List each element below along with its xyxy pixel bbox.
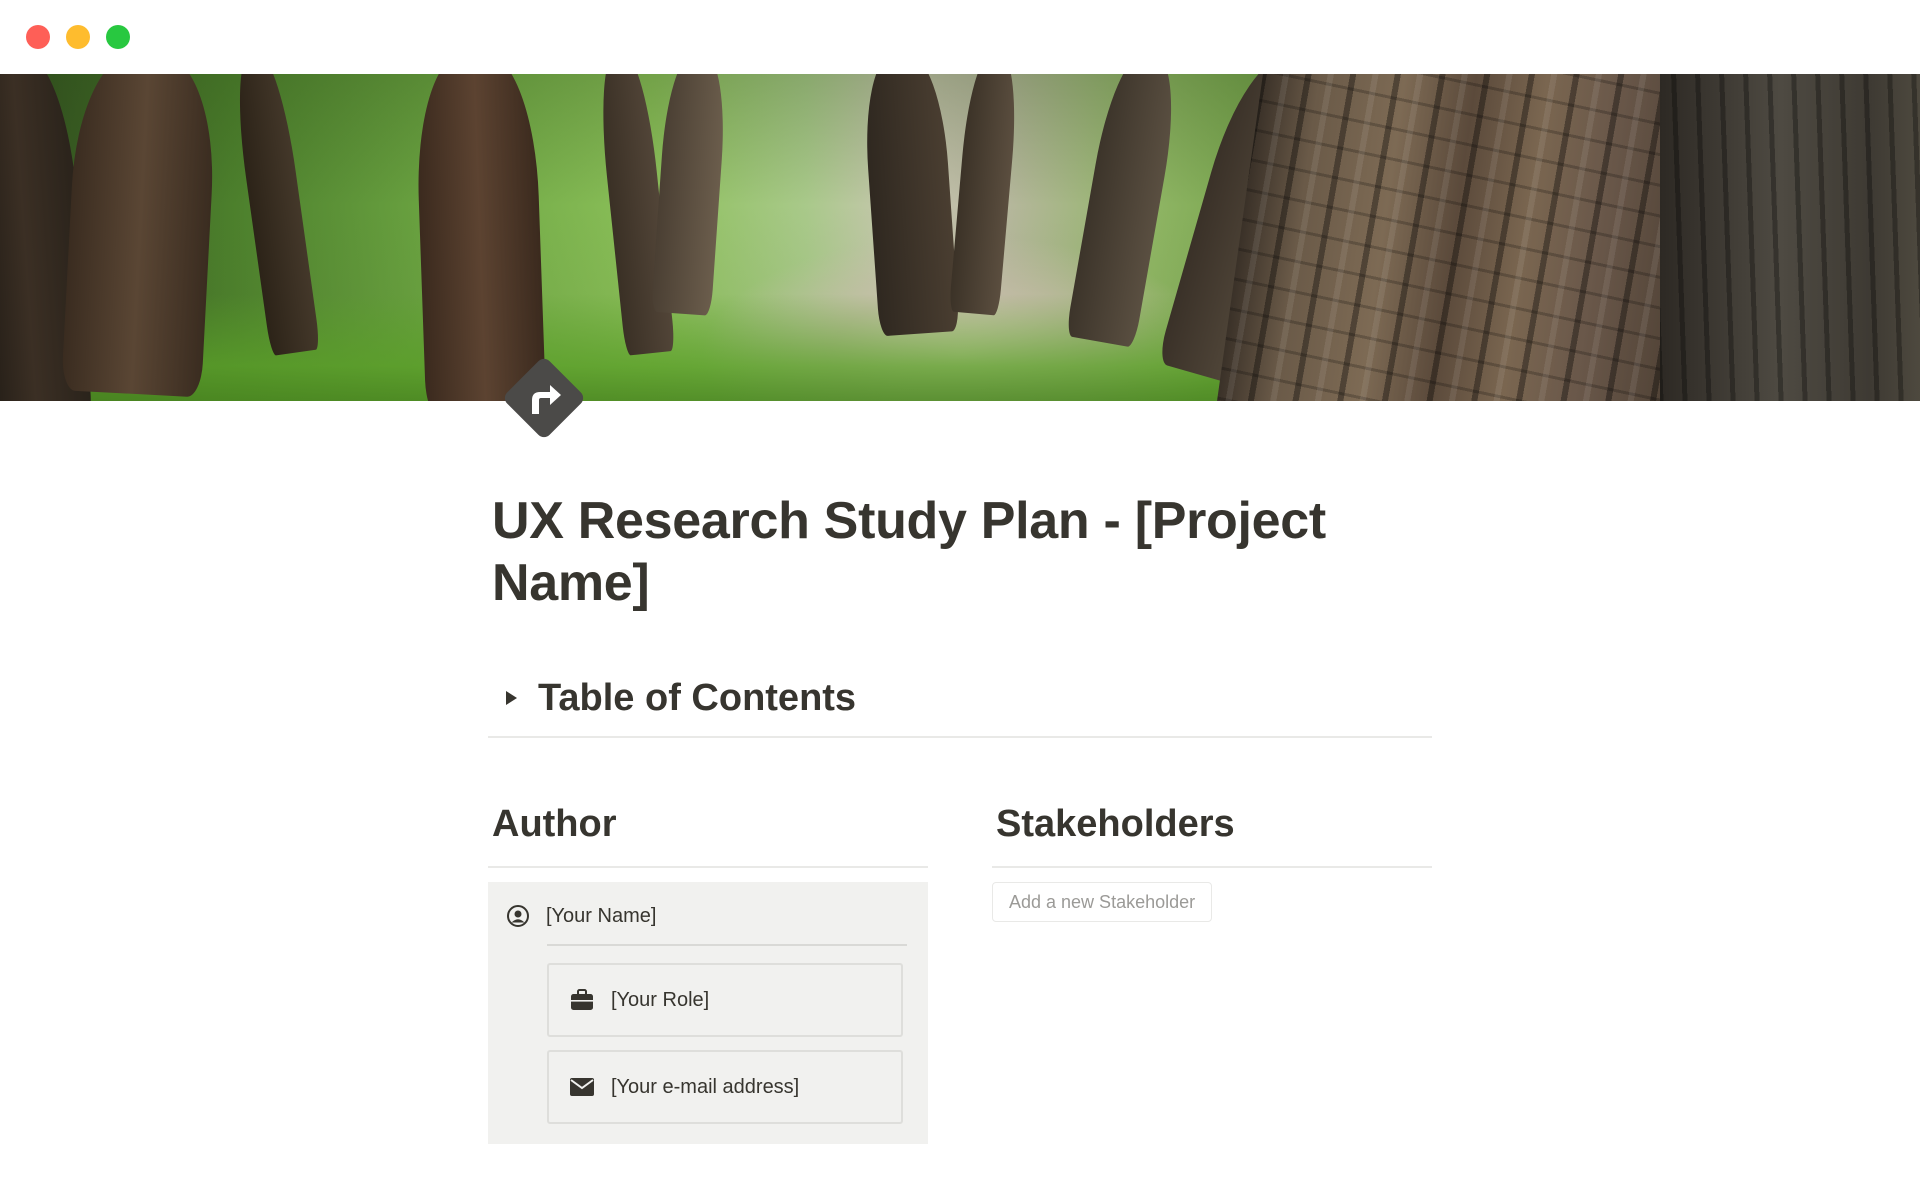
toc-toggle[interactable]: Table of Contents xyxy=(488,672,1432,724)
page-content: UX Research Study Plan - [Project Name] … xyxy=(488,490,1432,1144)
divider xyxy=(488,736,1432,738)
author-heading: Author xyxy=(492,803,617,845)
window-minimize-button[interactable] xyxy=(66,25,90,49)
stakeholders-heading: Stakeholders xyxy=(996,803,1235,845)
author-card: [Your Name] [Your Role] [Your e-mail add… xyxy=(488,882,928,1144)
author-name-row[interactable]: [Your Name] xyxy=(506,904,656,928)
toc-title: Table of Contents xyxy=(538,676,857,719)
page-title[interactable]: UX Research Study Plan - [Project Name] xyxy=(488,490,1396,614)
cover-bark-foreground xyxy=(1213,74,1737,401)
envelope-icon xyxy=(569,1074,595,1100)
divider xyxy=(488,866,928,868)
author-role-field[interactable]: [Your Role] xyxy=(547,963,903,1037)
two-column-layout: Author [Your Name] [Your Role] [Your e-m… xyxy=(488,802,1432,1144)
author-role: [Your Role] xyxy=(611,988,710,1011)
user-circle-icon xyxy=(507,905,529,927)
cover-tree-trunk xyxy=(61,74,219,398)
title-bar xyxy=(0,0,1920,74)
add-stakeholder-button[interactable]: Add a new Stakeholder xyxy=(992,882,1213,922)
stakeholders-column: Stakeholders Add a new Stakeholder xyxy=(992,802,1432,1144)
briefcase-icon xyxy=(569,987,595,1013)
divider xyxy=(992,866,1432,868)
author-name[interactable]: [Your Name] xyxy=(546,905,656,928)
turn-right-sign-icon[interactable] xyxy=(500,354,588,442)
app-window: UX Research Study Plan - [Project Name] … xyxy=(0,0,1920,1200)
cover-image xyxy=(0,74,1920,401)
author-column: Author [Your Name] [Your Role] [Your e-m… xyxy=(488,802,928,1144)
author-email-field[interactable]: [Your e-mail address] xyxy=(547,1050,903,1124)
cover-tree-trunk xyxy=(413,74,547,401)
author-divider xyxy=(547,944,907,946)
cover-bark-right xyxy=(1660,74,1920,401)
author-email: [Your e-mail address] xyxy=(611,1075,800,1098)
window-maximize-button[interactable] xyxy=(106,25,130,49)
window-close-button[interactable] xyxy=(26,25,50,49)
toggle-triangle-icon[interactable] xyxy=(498,685,524,711)
